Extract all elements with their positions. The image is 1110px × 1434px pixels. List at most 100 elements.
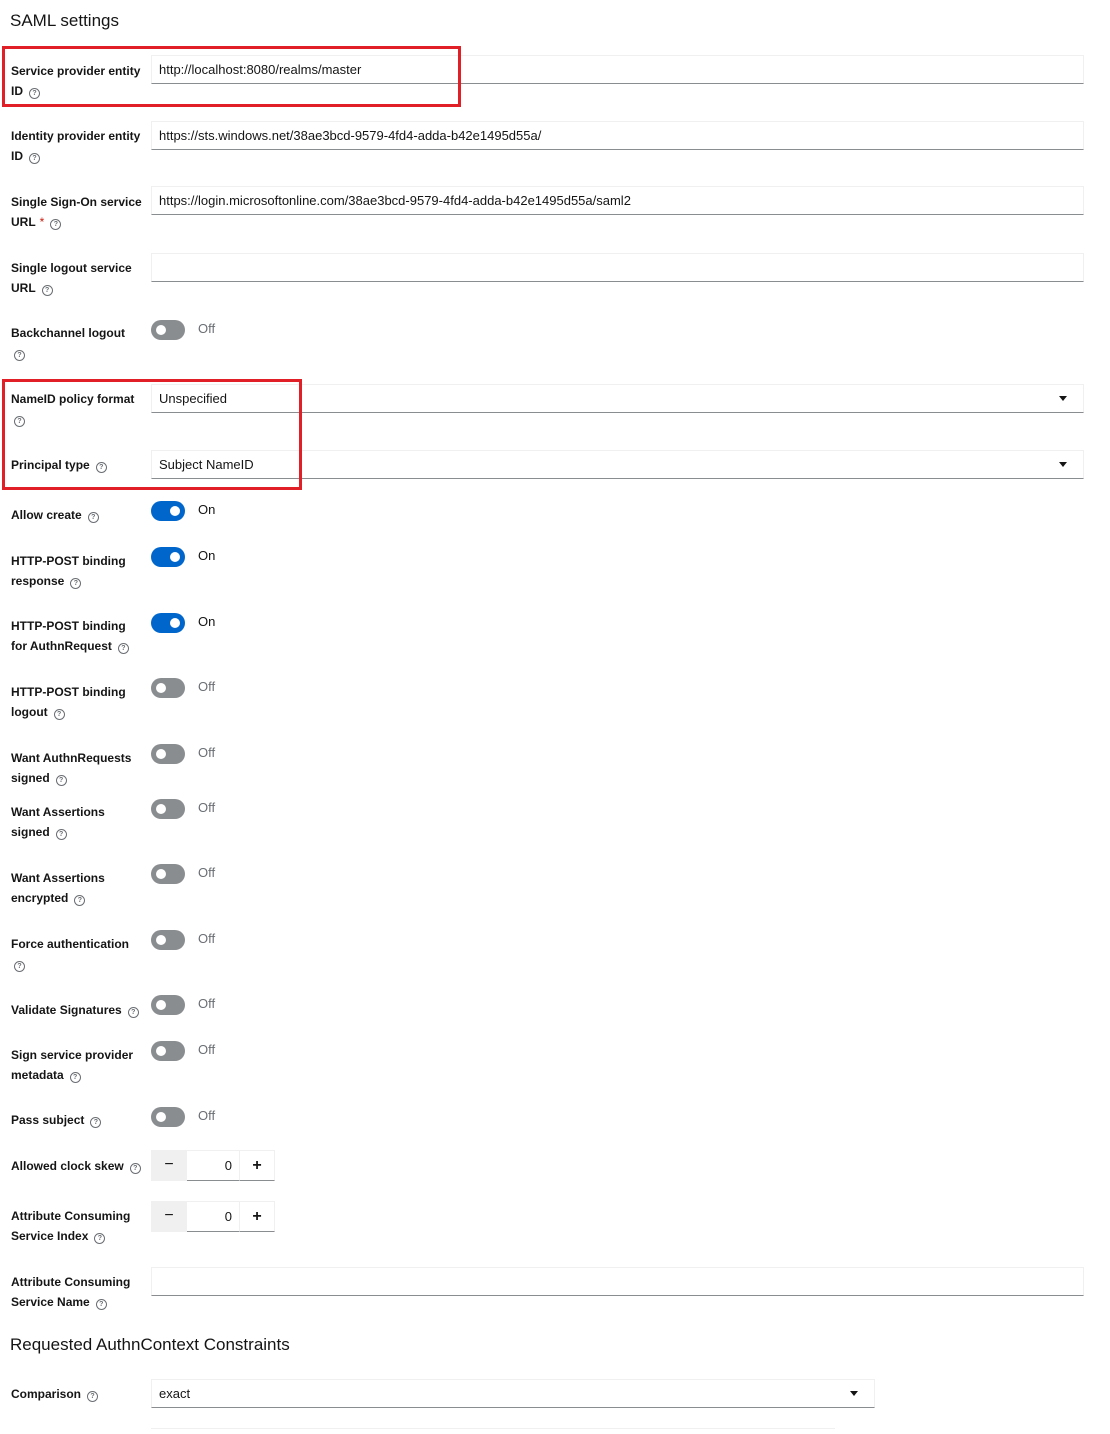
field-label: HTTP-POST binding logout? [11,682,143,722]
toggle-state-label: Off [198,800,216,815]
help-icon[interactable]: ? [129,1163,141,1174]
field-label: Validate Signatures? [11,1000,143,1020]
slo-url-input[interactable] [151,253,1084,282]
field-label-text: HTTP-POST binding response [11,554,126,588]
nameid-policy-format-select[interactable]: Unspecified [151,384,1084,413]
help-icon[interactable]: ? [14,961,25,972]
field-label: Single logout service URL? [11,258,143,298]
caret-down-icon [1059,462,1067,467]
field-label: Want Assertions encrypted? [11,868,143,908]
field-label-text: Attribute Consuming Service Name [11,1275,131,1309]
attr-consuming-name-input[interactable] [151,1267,1084,1296]
toggle-state-label: Off [198,1042,216,1057]
help-icon[interactable]: ? [95,1299,107,1310]
section-title-authn-context: Requested AuthnContext Constraints [10,1335,290,1354]
toggle-switch[interactable] [151,864,185,884]
field-label: Allowed clock skew? [11,1156,143,1176]
field-label-text: Allow create [11,508,82,522]
help-icon[interactable]: ? [29,153,40,164]
toggle-state-label: On [198,502,216,517]
toggle-switch[interactable] [151,547,185,567]
help-icon[interactable]: ? [14,350,25,361]
field-label: Want AuthnRequests signed? [11,748,143,788]
toggle-switch[interactable] [151,1107,185,1127]
field-label-text: Principal type [11,458,90,472]
toggle-switch[interactable] [151,995,185,1015]
field-label: NameID policy format? [11,389,143,429]
help-icon[interactable]: ? [127,1007,139,1018]
stepper-value[interactable]: 0 [187,1150,239,1181]
field-label: Want Assertions signed? [11,802,143,842]
help-icon[interactable]: ? [55,829,67,840]
field-label: HTTP-POST binding for AuthnRequest? [11,616,143,656]
select-value: Subject NameID [159,457,254,472]
help-icon[interactable]: ? [55,775,67,786]
toggle-switch[interactable] [151,613,185,633]
increment-button[interactable]: + [239,1201,275,1232]
field-label: Sign service provider metadata? [11,1045,143,1085]
toggle-switch[interactable] [151,1041,185,1061]
toggle-switch[interactable] [151,799,185,819]
sso-url-input[interactable] [151,186,1084,215]
field-label-text: Comparison [11,1387,82,1401]
principal-type-select[interactable]: Subject NameID [151,450,1084,479]
sp-entity-id-input[interactable] [151,55,1084,84]
comparison-select[interactable]: exact [151,1379,875,1408]
toggle-switch[interactable] [151,930,185,950]
field-label-text: Want AuthnRequests signed [11,751,132,785]
field-label: Attribute Consuming Service Index? [11,1206,143,1246]
help-icon[interactable]: ? [50,219,62,230]
toggle-switch[interactable] [151,501,185,521]
help-icon[interactable]: ? [41,285,53,296]
field-label-text: Attribute Consuming Service Index [11,1209,131,1243]
field-label-text: Allowed clock skew [11,1159,124,1173]
help-icon[interactable]: ? [90,1117,102,1128]
saml-settings-page: SAML settings Service provider entity ID… [0,0,1110,1434]
decrement-button[interactable]: − [151,1201,187,1232]
field-label: Single Sign-On service URL *? [11,192,143,232]
help-icon[interactable]: ? [94,1233,106,1244]
help-icon[interactable]: ? [70,578,82,589]
help-icon[interactable]: ? [74,895,86,906]
field-label: Backchannel logout? [11,323,143,363]
field-label: Comparison? [11,1384,143,1404]
idp-entity-id-input[interactable] [151,121,1084,150]
field-label-text: HTTP-POST binding for AuthnRequest [11,619,126,653]
field-label-text: Pass subject [11,1113,85,1127]
select-value: Unspecified [159,391,227,406]
toggle-state-label: Off [198,996,216,1011]
help-icon[interactable]: ? [69,1072,81,1083]
required-marker: * [39,215,45,229]
decrement-button[interactable]: − [151,1150,187,1181]
allowed-clock-skew-stepper: − 0 + [151,1150,275,1181]
field-label-text: Backchannel logout [11,326,126,340]
toggle-state-label: On [198,614,216,629]
help-icon[interactable]: ? [87,512,99,523]
select-value: exact [159,1386,191,1401]
partial-next-field [151,1428,835,1434]
field-label: Allow create? [11,505,143,525]
stepper-value[interactable]: 0 [187,1201,239,1232]
help-icon[interactable]: ? [14,416,25,427]
toggle-state-label: Off [198,865,216,880]
toggle-switch[interactable] [151,678,185,698]
field-label-text: NameID policy format [11,392,135,406]
attr-consuming-index-stepper: − 0 + [151,1201,275,1232]
toggle-state-label: Off [198,931,216,946]
toggle-state-label: Off [198,679,216,694]
help-icon[interactable]: ? [117,643,129,654]
section-title-saml-settings: SAML settings [10,11,119,30]
field-label: Attribute Consuming Service Name? [11,1272,143,1312]
caret-down-icon [1059,396,1067,401]
increment-button[interactable]: + [239,1150,275,1181]
help-icon[interactable]: ? [95,462,107,473]
toggle-state-label: Off [198,321,216,336]
toggle-state-label: On [198,548,216,563]
field-label: Service provider entity ID? [11,61,143,101]
toggle-switch[interactable] [151,320,185,340]
help-icon[interactable]: ? [53,709,65,720]
help-icon[interactable]: ? [29,88,40,99]
toggle-switch[interactable] [151,744,185,764]
help-icon[interactable]: ? [87,1391,99,1402]
field-label-text: Force authentication [11,937,130,951]
